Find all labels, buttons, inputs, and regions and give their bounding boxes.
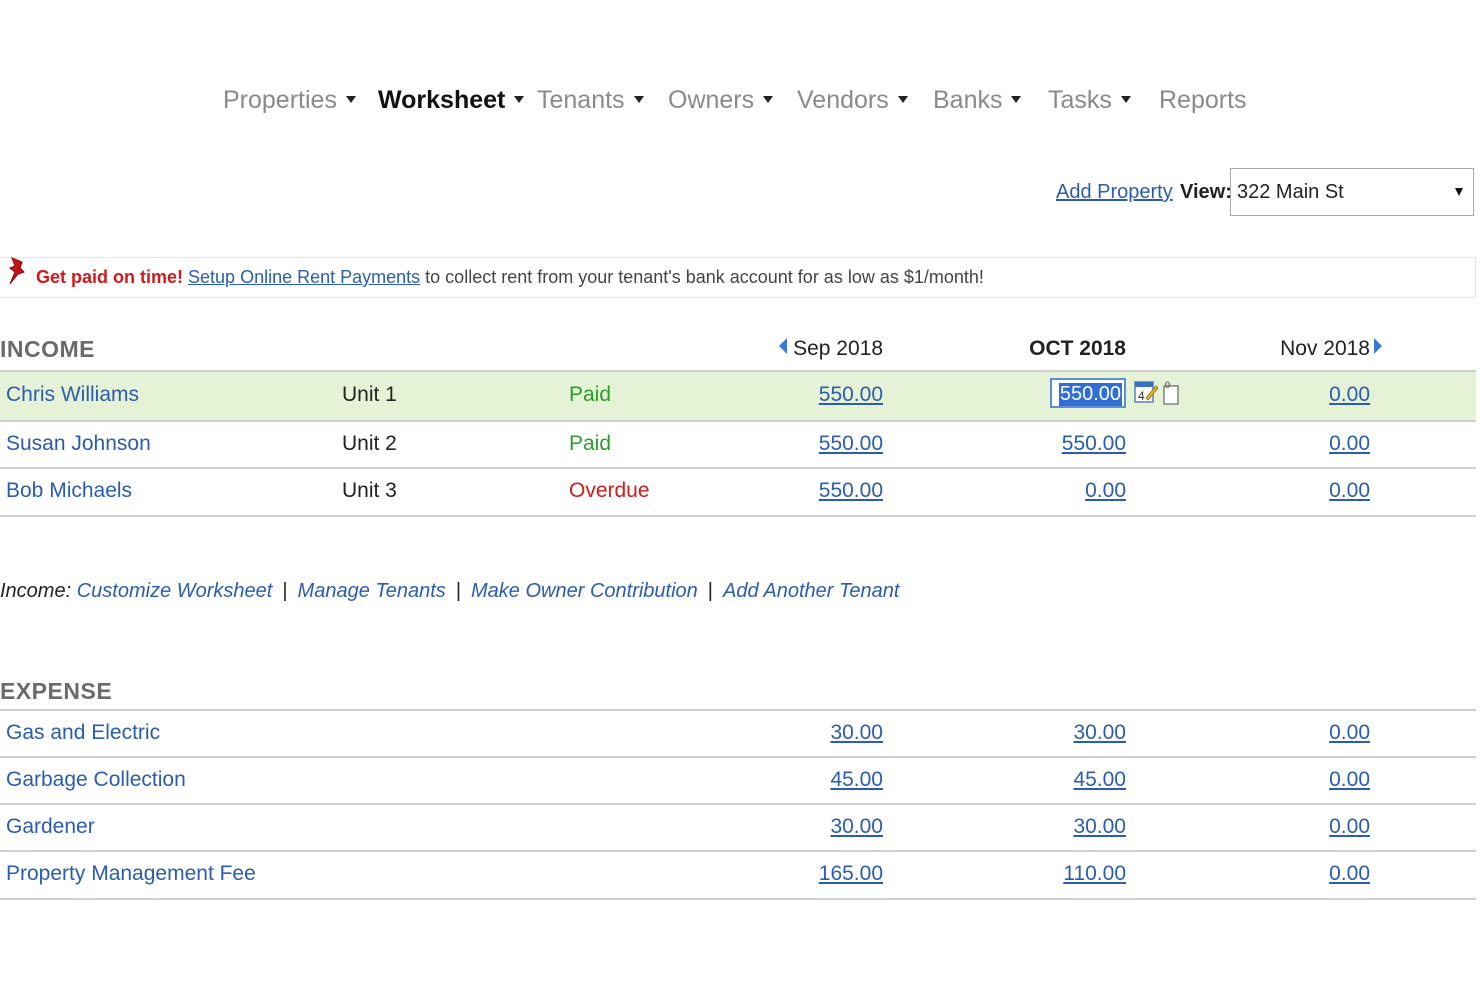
- month-current: OCT 2018: [1029, 337, 1126, 360]
- amount-sep-link[interactable]: 550.00: [819, 479, 883, 503]
- amount-sep-link[interactable]: 45.00: [830, 768, 883, 792]
- manage-tenants-link[interactable]: Manage Tenants: [298, 580, 446, 602]
- nav-owners-label: Owners: [668, 86, 755, 114]
- document-count: 0: [1165, 380, 1170, 390]
- link-separator: |: [707, 580, 713, 602]
- setup-online-rent-payments-link[interactable]: Setup Online Rent Payments: [188, 267, 420, 287]
- amount-sep-link[interactable]: 30.00: [830, 815, 883, 839]
- make-owner-contribution-link[interactable]: Make Owner Contribution: [471, 580, 698, 602]
- nav-vendors-label: Vendors: [797, 86, 889, 114]
- nav-worksheet[interactable]: Worksheet: [378, 86, 525, 115]
- nav-owners[interactable]: Owners: [668, 86, 774, 115]
- chevron-down-icon: [897, 95, 908, 103]
- table-row: Property Management Fee 165.00 110.00 0.…: [0, 852, 1476, 900]
- amount-oct-input[interactable]: 550.00: [1050, 378, 1126, 408]
- tenant-name-link[interactable]: Susan Johnson: [6, 432, 151, 456]
- amount-nov-link[interactable]: 0.00: [1329, 432, 1370, 456]
- table-row: Susan Johnson Unit 2 Paid 550.00 550.00 …: [0, 422, 1476, 469]
- link-separator: |: [282, 580, 288, 602]
- chevron-down-icon: [1120, 95, 1131, 103]
- month-prev: Sep 2018: [779, 337, 883, 361]
- next-month-icon[interactable]: [1374, 338, 1382, 355]
- prev-month-icon[interactable]: [779, 338, 788, 355]
- amount-sep-link[interactable]: 30.00: [830, 721, 883, 745]
- expense-name-link[interactable]: Gas and Electric: [6, 721, 160, 745]
- customize-worksheet-link[interactable]: Customize Worksheet: [77, 580, 273, 602]
- chevron-down-icon: [763, 95, 774, 103]
- unit-label: Unit 2: [342, 432, 397, 455]
- chevron-down-icon: [345, 95, 356, 103]
- income-links-bar: Income: Customize Worksheet | Manage Tenan…: [0, 580, 899, 603]
- view-label: View:: [1180, 181, 1232, 203]
- amount-oct-selected-text: 550.00: [1058, 383, 1122, 406]
- month-prev-label: Sep 2018: [793, 337, 883, 360]
- amount-nov-link[interactable]: 0.00: [1329, 721, 1370, 745]
- calendar-icon[interactable]: 4: [1134, 378, 1158, 406]
- nav-banks-label: Banks: [933, 86, 1003, 114]
- banner-body: to collect rent from your tenant's bank …: [420, 267, 984, 287]
- nav-reports-label: Reports: [1159, 86, 1247, 114]
- table-row: Chris Williams Unit 1 Paid 550.00 550.00…: [0, 370, 1476, 422]
- status-badge: Paid: [569, 432, 612, 455]
- document-icon[interactable]: 0: [1162, 380, 1180, 406]
- nav-reports[interactable]: Reports: [1159, 86, 1247, 115]
- link-separator: |: [455, 580, 462, 602]
- table-row: Garbage Collection 45.00 45.00 0.00: [0, 758, 1476, 805]
- amount-sep-link[interactable]: 550.00: [819, 432, 883, 456]
- nav-tasks-label: Tasks: [1048, 86, 1112, 114]
- banner-headline: Get paid on time!: [36, 267, 184, 287]
- amount-oct-link[interactable]: 0.00: [1085, 479, 1126, 503]
- status-badge: Paid: [569, 383, 612, 406]
- property-view-select[interactable]: 322 Main St: [1230, 168, 1474, 216]
- amount-sep-link[interactable]: 550.00: [819, 383, 883, 407]
- expense-section-title: EXPENSE: [0, 678, 113, 704]
- expense-name-link[interactable]: Garbage Collection: [6, 768, 186, 792]
- banner-text: Get paid on time! Setup Online Rent Paym…: [36, 267, 984, 288]
- amount-nov-link[interactable]: 0.00: [1329, 815, 1370, 839]
- unit-label: Unit 1: [342, 383, 397, 406]
- tenant-name-link[interactable]: Chris Williams: [6, 383, 139, 407]
- pushpin-icon: [9, 257, 25, 285]
- amount-nov-link[interactable]: 0.00: [1329, 862, 1370, 886]
- amount-oct-link[interactable]: 30.00: [1073, 721, 1126, 745]
- promo-banner: Get paid on time! Setup Online Rent Paym…: [0, 257, 1476, 298]
- nav-tasks[interactable]: Tasks: [1048, 86, 1131, 115]
- amount-oct-link[interactable]: 30.00: [1073, 815, 1126, 839]
- amount-nov-link[interactable]: 0.00: [1329, 768, 1370, 792]
- amount-sep-link[interactable]: 165.00: [819, 862, 883, 886]
- unit-label: Unit 3: [342, 479, 397, 502]
- status-badge: Overdue: [569, 479, 650, 502]
- table-row: Bob Michaels Unit 3 Overdue 550.00 0.00 …: [0, 469, 1476, 517]
- add-another-tenant-link[interactable]: Add Another Tenant: [723, 580, 899, 602]
- nav-tenants[interactable]: Tenants: [537, 86, 644, 115]
- nav-worksheet-label: Worksheet: [378, 86, 506, 114]
- month-next: Nov 2018: [1280, 337, 1382, 361]
- nav-banks[interactable]: Banks: [933, 86, 1022, 115]
- tenant-name-link[interactable]: Bob Michaels: [6, 479, 132, 503]
- expense-name-link[interactable]: Property Management Fee: [6, 862, 256, 886]
- chevron-down-icon: [1011, 95, 1022, 103]
- nav-tenants-label: Tenants: [537, 86, 625, 114]
- month-next-label: Nov 2018: [1280, 337, 1370, 360]
- amount-nov-link[interactable]: 0.00: [1329, 383, 1370, 407]
- nav-properties-label: Properties: [223, 86, 337, 114]
- add-property-link[interactable]: Add Property: [1056, 181, 1173, 204]
- table-row: Gas and Electric 30.00 30.00 0.00: [0, 711, 1476, 758]
- table-row: Gardener 30.00 30.00 0.00: [0, 805, 1476, 852]
- expense-name-link[interactable]: Gardener: [6, 815, 95, 839]
- chevron-down-icon: [514, 95, 525, 103]
- income-section-title: INCOME: [0, 336, 95, 362]
- property-view-value: 322 Main St: [1237, 181, 1344, 203]
- calendar-icon-day: 4: [1138, 389, 1145, 403]
- nav-properties[interactable]: Properties: [223, 86, 356, 115]
- amount-nov-link[interactable]: 0.00: [1329, 479, 1370, 503]
- amount-oct-link[interactable]: 110.00: [1063, 862, 1126, 886]
- amount-oct-link[interactable]: 550.00: [1062, 432, 1126, 456]
- chevron-down-icon: [633, 95, 644, 103]
- nav-vendors[interactable]: Vendors: [797, 86, 908, 115]
- amount-oct-link[interactable]: 45.00: [1073, 768, 1126, 792]
- dropdown-arrow-icon: [1455, 188, 1463, 196]
- main-nav: Properties Worksheet Tenants Owners Vend…: [0, 86, 1480, 120]
- income-links-prefix: Income:: [0, 580, 72, 602]
